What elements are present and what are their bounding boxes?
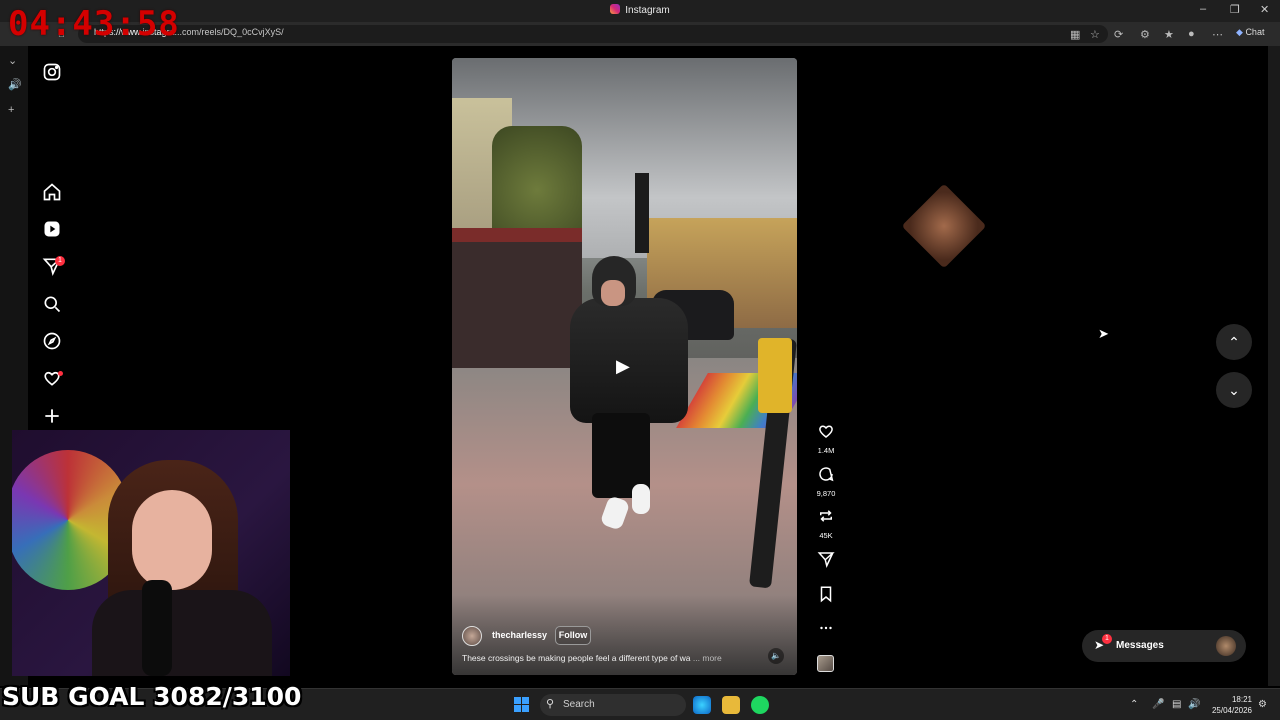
webcam-body: [92, 590, 272, 676]
reader-icon[interactable]: ▦: [1070, 28, 1080, 41]
messages-button[interactable]: ➤ 1 Messages: [1082, 630, 1246, 662]
more-menu-icon[interactable]: ⋯: [1212, 28, 1223, 41]
taskbar-search-placeholder: Search: [563, 699, 595, 710]
messages-label: Messages: [1116, 640, 1164, 651]
favorite-star-icon[interactable]: ☆: [1090, 28, 1100, 41]
instagram-logo-icon[interactable]: [42, 62, 62, 82]
mouse-cursor-icon: ➤: [1098, 326, 1109, 341]
messages-badge: 1: [1102, 634, 1112, 644]
reels-nav-icon[interactable]: [42, 219, 62, 239]
messages-avatar: [1216, 636, 1236, 656]
new-tab-icon[interactable]: +: [8, 104, 14, 116]
video-shopfront: [452, 228, 582, 368]
start-windows-icon[interactable]: [514, 697, 530, 713]
play-icon[interactable]: ▶: [616, 356, 636, 376]
clock-time: 18:21: [1231, 695, 1252, 704]
repost-icon: [820, 510, 832, 522]
chevron-down-icon[interactable]: ⌄: [8, 54, 17, 67]
clock-date: 25/04/2026: [1211, 706, 1252, 715]
taskbar-search[interactable]: ⚲ Search: [540, 694, 686, 716]
tray-chevron-up-icon[interactable]: ⌃: [1130, 699, 1138, 710]
webcam-face: [132, 490, 212, 590]
heart-icon: [819, 425, 833, 438]
comment-count: 9,870: [816, 489, 836, 498]
system-clock[interactable]: 18:21 25/04/2026: [1206, 694, 1252, 716]
copilot-chat-button[interactable]: ◆ Chat: [1236, 27, 1264, 38]
volume-icon[interactable]: 🔊: [1188, 699, 1200, 710]
window-titlebar: Instagram – ❐ ✕: [0, 0, 1280, 22]
original-audio-thumbnail[interactable]: [817, 655, 834, 672]
home-nav-icon[interactable]: [42, 182, 62, 202]
file-explorer-icon[interactable]: [722, 696, 740, 714]
video-traffic-light: [635, 173, 649, 253]
bookmark-icon: [820, 586, 832, 603]
extensions-icon[interactable]: ⚙: [1140, 28, 1150, 41]
favorites-icon[interactable]: ★: [1164, 28, 1174, 41]
more-options-button[interactable]: [814, 619, 838, 642]
search-icon: ⚲: [546, 698, 555, 710]
reel-caption[interactable]: These crossings be making people feel a …: [462, 653, 762, 663]
close-icon[interactable]: ✕: [1260, 3, 1269, 16]
webcam-microphone: [142, 580, 172, 676]
ellipsis-icon: [820, 626, 832, 630]
network-icon[interactable]: ▤: [1172, 699, 1181, 710]
audio-toggle-icon[interactable]: 🔈: [768, 648, 784, 664]
restore-icon[interactable]: ❐: [1230, 3, 1240, 16]
repost-button[interactable]: 45K: [814, 507, 838, 540]
edge-icon[interactable]: [693, 696, 711, 714]
microphone-icon[interactable]: 🎤: [1152, 699, 1164, 710]
window-title-text: Instagram: [625, 5, 670, 16]
profile-icon[interactable]: ●: [1188, 28, 1195, 40]
notification-bell-icon[interactable]: ⚙: [1258, 699, 1267, 710]
minimize-icon[interactable]: –: [1200, 3, 1206, 15]
previous-reel-chevron-up-icon[interactable]: ⌃: [1216, 324, 1252, 360]
author-username[interactable]: thecharlessy: [492, 630, 547, 640]
stream-timer: 04:43:58: [8, 4, 180, 44]
address-bar: ⌂ https://www.instagra...com/reels/DQ_0c…: [0, 22, 1280, 46]
refresh-extension-icon[interactable]: ⟳: [1114, 28, 1123, 41]
tab-audio-icon[interactable]: 🔊: [8, 78, 22, 91]
video-crossing-box: [758, 338, 792, 413]
save-button[interactable]: [814, 585, 838, 608]
author-avatar[interactable]: [462, 626, 482, 646]
video-shoe-right: [632, 484, 650, 514]
instagram-favicon-icon: [610, 4, 621, 14]
comment-icon: [819, 467, 834, 482]
like-count: 1.4M: [817, 446, 835, 455]
share-button[interactable]: [814, 550, 838, 573]
create-plus-icon[interactable]: [42, 406, 62, 426]
next-reel-chevron-down-icon[interactable]: ⌄: [1216, 372, 1252, 408]
video-person-face: [601, 280, 625, 306]
explore-nav-icon[interactable]: [42, 331, 62, 351]
window-title: Instagram: [0, 4, 1280, 16]
activity-dot: [58, 371, 63, 376]
more-link[interactable]: ... more: [693, 653, 722, 663]
sub-goal-overlay: SUB GOAL 3082/3100: [2, 682, 302, 711]
repost-count: 45K: [819, 531, 833, 540]
search-nav-icon[interactable]: [42, 294, 62, 314]
comment-button[interactable]: 9,870: [814, 465, 838, 498]
scrollbar[interactable]: [1268, 46, 1280, 686]
streamer-webcam: [12, 430, 290, 676]
like-button[interactable]: 1.4M: [814, 422, 838, 455]
spotify-icon[interactable]: [751, 696, 769, 714]
reel-video[interactable]: ▶: [452, 58, 797, 675]
follow-button[interactable]: Follow: [555, 626, 591, 645]
send-icon: [817, 552, 835, 568]
notification-badge: 1: [55, 256, 65, 266]
